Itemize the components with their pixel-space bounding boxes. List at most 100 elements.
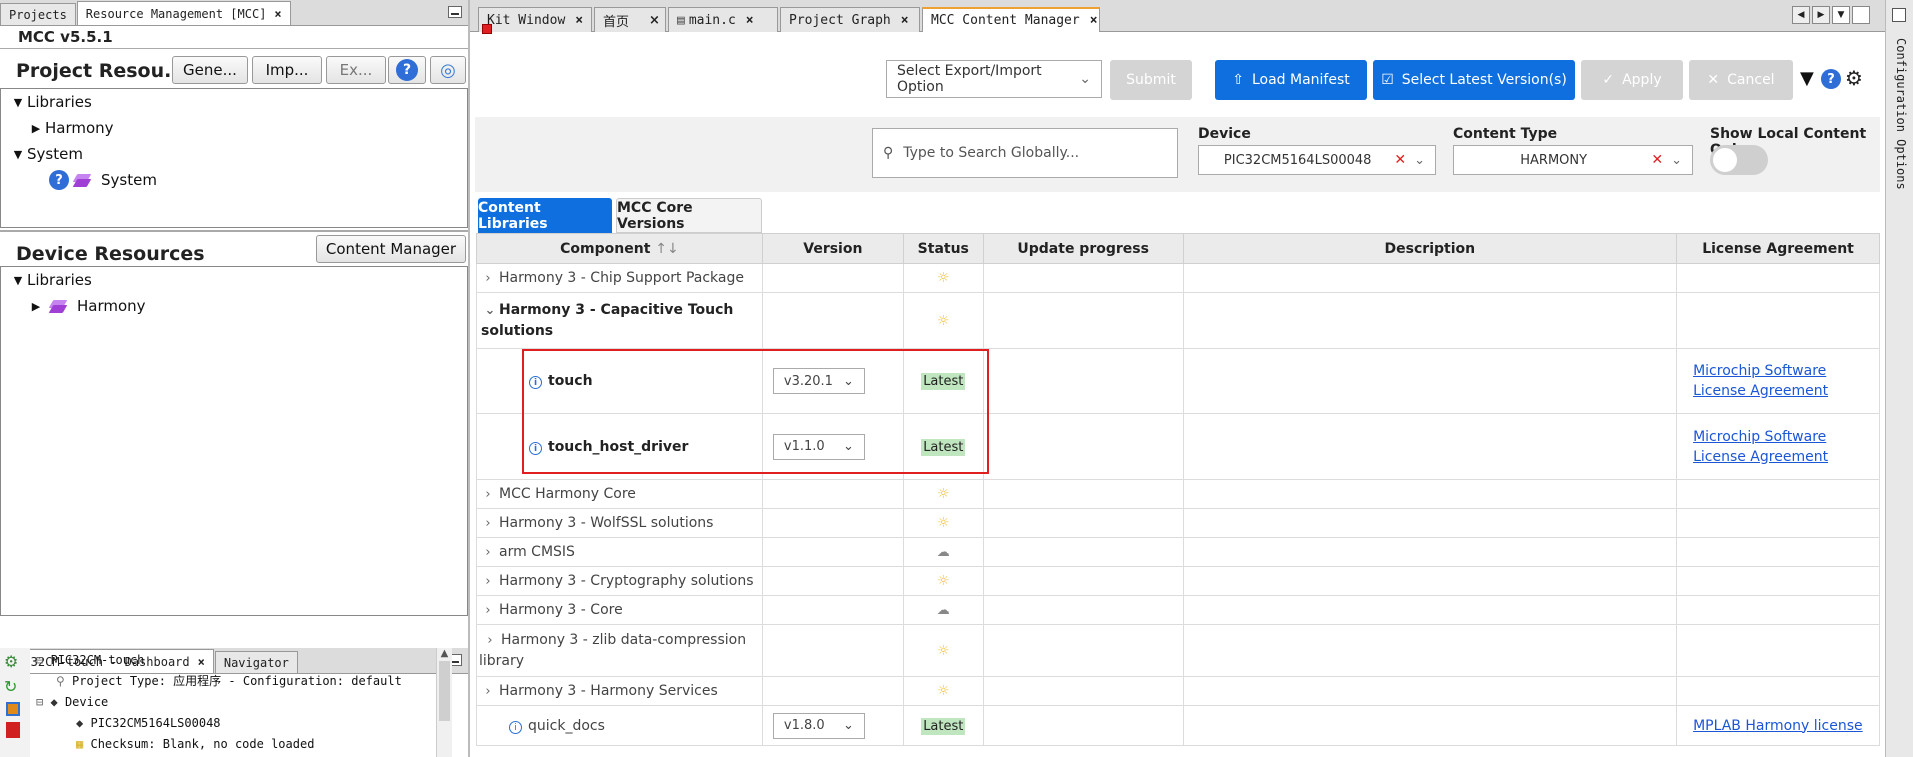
minimize-icon[interactable]: [448, 6, 462, 18]
license-link[interactable]: MPLAB Harmony license: [1693, 718, 1863, 734]
caret-down-icon[interactable]: ▼: [9, 274, 27, 287]
table-row[interactable]: i quick_docs v1.8.0 ⌄ Latest MPLAB Harmony li…: [476, 705, 1880, 746]
globe-button[interactable]: ◎: [430, 56, 466, 84]
table-row[interactable]: › Harmony 3 - Harmony Services ☼: [476, 676, 1880, 706]
table-row[interactable]: › arm CMSIS ☁: [476, 537, 1880, 567]
chevron-right-icon[interactable]: ›: [477, 574, 499, 589]
content-manager-button[interactable]: Content Manager: [316, 235, 466, 263]
tab-project-graph[interactable]: Project Graph ×: [780, 7, 920, 32]
info-icon[interactable]: i: [509, 720, 522, 734]
chevron-right-icon[interactable]: ›: [477, 545, 499, 560]
tab-content-libraries[interactable]: Content Libraries: [478, 198, 612, 233]
table-row[interactable]: › MCC Harmony Core ☼: [476, 479, 1880, 509]
chevron-right-icon[interactable]: ›: [477, 487, 499, 502]
chevron-right-icon[interactable]: ›: [477, 516, 499, 531]
table-row[interactable]: ⌄ Harmony 3 - Capacitive Touch solutions ☼: [476, 292, 1880, 349]
table-row[interactable]: › Harmony 3 - zlib data-compression libra…: [476, 624, 1880, 677]
tab-mcc-core-versions[interactable]: MCC Core Versions: [616, 198, 762, 233]
project-resources-tree: ▼ Libraries ▶ Harmony ▼ System ? System: [0, 88, 468, 228]
export-import-select[interactable]: Select Export/Import Option ⌄: [886, 60, 1102, 98]
dashboard-text: PIC32CM-touch: [50, 653, 145, 667]
clear-icon[interactable]: ✕: [1394, 152, 1406, 168]
prev-tab-icon[interactable]: ◀: [1792, 6, 1810, 24]
chevron-down-icon: ⌄: [1671, 152, 1682, 168]
tab-home[interactable]: 首页 ×: [594, 7, 666, 32]
local-only-toggle[interactable]: [1710, 145, 1768, 175]
global-search-input[interactable]: ⚲ Type to Search Globally...: [872, 128, 1178, 178]
version-text: v1.8.0: [783, 718, 825, 733]
import-button[interactable]: Imp...: [252, 56, 322, 84]
select-latest-button[interactable]: ☑ Select Latest Version(s): [1373, 60, 1575, 100]
tab-projects[interactable]: Projects: [0, 3, 76, 25]
caret-right-icon[interactable]: ▶: [27, 300, 45, 313]
scroll-up-icon[interactable]: ▲: [437, 648, 452, 659]
load-manifest-button[interactable]: ⇧ Load Manifest: [1215, 60, 1367, 100]
table-row[interactable]: › Harmony 3 - Core ☁: [476, 595, 1880, 625]
close-icon[interactable]: ×: [575, 13, 583, 28]
help-icon[interactable]: ?: [1821, 69, 1841, 89]
tree-libraries[interactable]: ▼ Libraries: [9, 267, 467, 293]
chevron-right-icon[interactable]: ›: [479, 631, 501, 651]
chevron-right-icon[interactable]: ›: [477, 603, 499, 618]
tab-main-c[interactable]: ▤ main.c ×: [668, 7, 778, 32]
sync-icon[interactable]: ↻: [4, 677, 30, 696]
table-row[interactable]: › Harmony 3 - Chip Support Package ☼: [476, 263, 1880, 293]
submit-button[interactable]: Submit: [1110, 60, 1192, 100]
tab-resource-management[interactable]: Resource Management [MCC] ×: [76, 1, 291, 25]
refresh-icon[interactable]: ⚙: [4, 652, 30, 671]
dashboard-scrollbar[interactable]: ▲: [436, 648, 452, 757]
tree-libraries[interactable]: ▼ Libraries: [9, 89, 467, 115]
dashboard-device[interactable]: ⊟ ◆ Device: [36, 692, 436, 713]
caret-right-icon[interactable]: ▶: [27, 122, 45, 135]
version-select[interactable]: v1.8.0 ⌄: [772, 712, 865, 739]
tab-mcc-content-manager[interactable]: MCC Content Manager ×: [922, 7, 1100, 32]
tree-harmony[interactable]: ▶ Harmony: [27, 115, 467, 141]
caret-down-icon[interactable]: ▼: [9, 148, 27, 161]
content-type-select[interactable]: HARMONY ✕ ⌄: [1453, 145, 1693, 175]
close-icon[interactable]: ×: [649, 13, 660, 28]
next-tab-icon[interactable]: ▶: [1812, 6, 1830, 24]
table-row[interactable]: › Harmony 3 - Cryptography solutions ☼: [476, 566, 1880, 596]
help-button[interactable]: ?: [388, 56, 426, 84]
close-icon[interactable]: ×: [901, 13, 909, 28]
tab-kit-window[interactable]: Kit Window ×: [478, 7, 592, 32]
export-button[interactable]: Ex...: [326, 56, 386, 84]
pdf-icon[interactable]: [6, 722, 20, 738]
tree-harmony[interactable]: ▶ Harmony: [27, 293, 467, 319]
filter-icon[interactable]: ▼: [1800, 68, 1814, 89]
device-select[interactable]: PIC32CM5164LS00048 ✕ ⌄: [1198, 145, 1436, 175]
caret-down-icon[interactable]: ▼: [9, 96, 27, 109]
header-component[interactable]: Component ↑↓: [476, 233, 763, 264]
cloud-icon: ☁: [902, 537, 984, 567]
table-row[interactable]: › Harmony 3 - WolfSSL solutions ☼: [476, 508, 1880, 538]
chevron-right-icon[interactable]: ›: [477, 271, 499, 286]
tree-label: Harmony: [45, 119, 114, 137]
maximize-icon[interactable]: [1852, 6, 1870, 24]
close-icon[interactable]: ×: [746, 13, 754, 28]
globe-icon: ◎: [440, 59, 456, 81]
sort-icon[interactable]: ↑↓: [655, 241, 678, 257]
apply-button[interactable]: ✓ Apply: [1581, 60, 1683, 100]
license-link[interactable]: Microchip Software License Agreement: [1693, 363, 1828, 399]
close-icon[interactable]: ×: [1090, 13, 1098, 28]
tree-system-item[interactable]: ? System: [49, 167, 467, 193]
restore-icon[interactable]: [1892, 8, 1906, 22]
chip-icon[interactable]: [6, 702, 20, 716]
chevron-down-icon[interactable]: ⌄: [481, 300, 499, 321]
configuration-options-tab[interactable]: Configuration Options: [1894, 38, 1908, 190]
chevron-right-icon[interactable]: ›: [477, 684, 499, 699]
component-name: Harmony 3 - zlib data-compression librar…: [479, 632, 747, 669]
sun-icon: ☼: [902, 292, 984, 349]
scroll-thumb[interactable]: [439, 661, 450, 721]
license-link[interactable]: Microchip Software License Agreement: [1693, 429, 1828, 465]
settings-icon[interactable]: ⚙: [1845, 66, 1863, 90]
cancel-button[interactable]: ✕ Cancel: [1689, 60, 1793, 100]
tree-system-group[interactable]: ▼ System: [9, 141, 467, 167]
mcc-version: MCC v5.5.1: [18, 28, 113, 46]
tab-list-icon[interactable]: ▼: [1832, 6, 1850, 24]
close-icon[interactable]: ×: [274, 7, 281, 21]
generate-button[interactable]: Gene...: [172, 56, 248, 84]
chevron-down-icon: ⌄: [1079, 71, 1091, 87]
dashboard-project[interactable]: ⊟ PIC32CM-touch: [36, 650, 436, 671]
clear-icon[interactable]: ✕: [1651, 152, 1663, 168]
